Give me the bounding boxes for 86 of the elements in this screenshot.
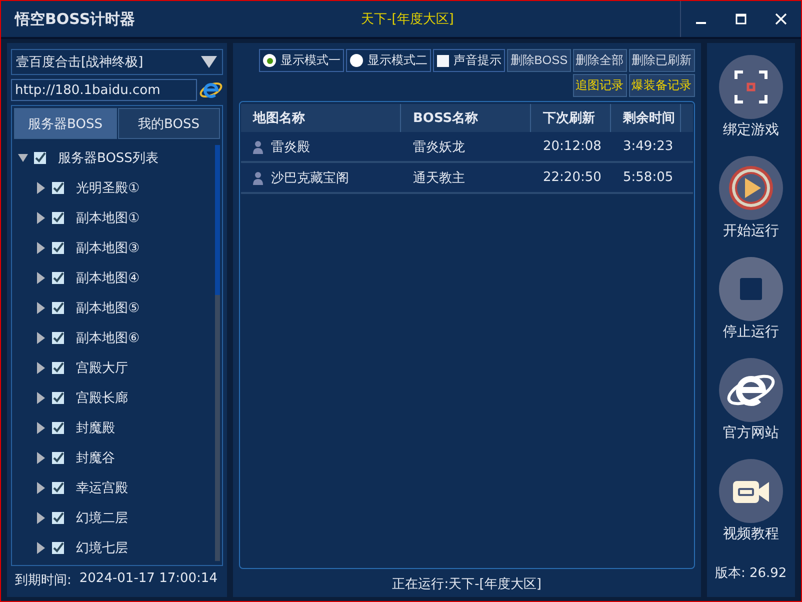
action-button[interactable]: 删除已刷新 [628,49,695,72]
tree-item[interactable]: 副本地图① [76,209,140,227]
dropdown-icon [200,55,218,69]
tree-item[interactable]: 服务器BOSS列表 [58,149,158,167]
collapse-icon[interactable] [18,153,28,163]
minimize-icon [696,22,706,24]
tab[interactable]: 服务器BOSS [14,108,116,139]
expand-icon[interactable] [36,512,46,524]
radio-option[interactable]: 显示模式一 [259,49,344,72]
expand-icon[interactable] [36,242,46,254]
expand-icon[interactable] [36,212,46,224]
tree-item[interactable]: 宫殿大厅 [76,359,128,377]
tree-item[interactable]: 幻境二层 [76,509,128,527]
table-cell-text: 20:12:08 [542,138,602,156]
expand-icon[interactable] [36,272,46,284]
sidebar-button[interactable]: 绑定游戏 [718,55,783,156]
person-icon [253,140,263,154]
window-title: 悟空BOSS计时器 [13,10,136,28]
checkbox[interactable] [52,272,64,284]
action-button[interactable]: 删除全部 [572,49,627,72]
tree-item[interactable]: 宫殿长廊 [76,389,128,407]
table-cell-text: 22:20:50 [542,169,602,187]
server-select[interactable]: 壹百度合击[战神终极] [11,49,223,75]
checkbox[interactable] [52,182,64,194]
expand-icon[interactable] [36,542,46,554]
tree-item[interactable]: 光明圣殿① [76,179,140,197]
expiry-value: 2024-01-17 17:00:14 [79,571,218,588]
scrollbar[interactable] [215,145,220,561]
record-button[interactable]: 爆装备记录 [628,74,695,97]
expand-icon[interactable] [36,422,46,434]
table-cell-text: 通天教主 [412,170,466,188]
close-icon [775,13,787,25]
checkbox[interactable] [52,332,64,344]
checkbox[interactable] [52,362,64,374]
version-text: 版本: 26.92 [714,565,787,582]
table-cell-text: 5:58:05 [622,169,674,187]
tree-item[interactable]: 幸运宫殿 [76,479,128,497]
expand-icon[interactable] [36,392,46,404]
expand-icon[interactable] [36,332,46,344]
checkbox[interactable] [52,212,64,224]
browser-icon [718,358,783,422]
checkbox[interactable] [52,452,64,464]
expand-icon[interactable] [36,482,46,494]
sidebar-button[interactable]: 视频教程 [718,459,783,560]
checkbox[interactable] [52,512,64,524]
target-icon [718,55,783,119]
sidebar-button[interactable]: 开始运行 [718,156,783,257]
checkbox[interactable] [34,152,46,164]
play-icon [718,156,783,220]
url-field[interactable]: http://180.1baidu.com [11,79,197,101]
checkbox[interactable] [52,302,64,314]
maximize-icon [735,13,747,25]
tree-item[interactable]: 副本地图③ [76,239,140,257]
status-text: 正在运行:天下-[年度大区] [391,576,542,593]
stop-icon [718,257,783,321]
action-button[interactable]: 删除BOSS [507,49,571,72]
tab[interactable]: 我的BOSS [118,108,220,139]
checkbox[interactable] [52,242,64,254]
sidebar-button[interactable]: 官方网站 [718,358,783,459]
table-cell-text: 沙巴克藏宝阁 [271,170,349,186]
checkbox[interactable] [52,422,64,434]
tree-item[interactable]: 幻境七层 [76,539,128,557]
checkbox[interactable] [52,542,64,554]
person-icon [253,170,263,184]
expand-icon[interactable] [36,362,46,374]
sound-checkbox[interactable]: 声音提示 [433,49,506,72]
table-cell-text: 3:49:23 [622,138,674,156]
window-subtitle: 天下-[年度大区] [361,11,454,28]
sidebar-button[interactable]: 停止运行 [718,257,783,358]
expiry-label: 到期时间: [15,572,72,589]
tree-item[interactable]: 副本地图⑥ [76,329,140,347]
tree-item[interactable]: 封魔谷 [76,449,115,467]
video-camera-icon [718,459,783,523]
expand-icon[interactable] [36,182,46,194]
radio-option[interactable]: 显示模式二 [346,49,432,72]
checkbox[interactable] [52,482,64,494]
table-cell-text: 雷炎殿 [271,138,310,156]
table-cell-text: 雷炎妖龙 [412,138,466,156]
record-button[interactable]: 追图记录 [572,74,627,97]
expand-icon[interactable] [36,452,46,464]
scroll-thumb[interactable] [215,145,220,295]
expand-icon[interactable] [36,302,46,314]
tree-item[interactable]: 副本地图④ [76,269,140,287]
tree-item[interactable]: 副本地图⑤ [76,299,140,317]
tree-item[interactable]: 封魔殿 [76,419,115,437]
checkbox[interactable] [52,392,64,404]
